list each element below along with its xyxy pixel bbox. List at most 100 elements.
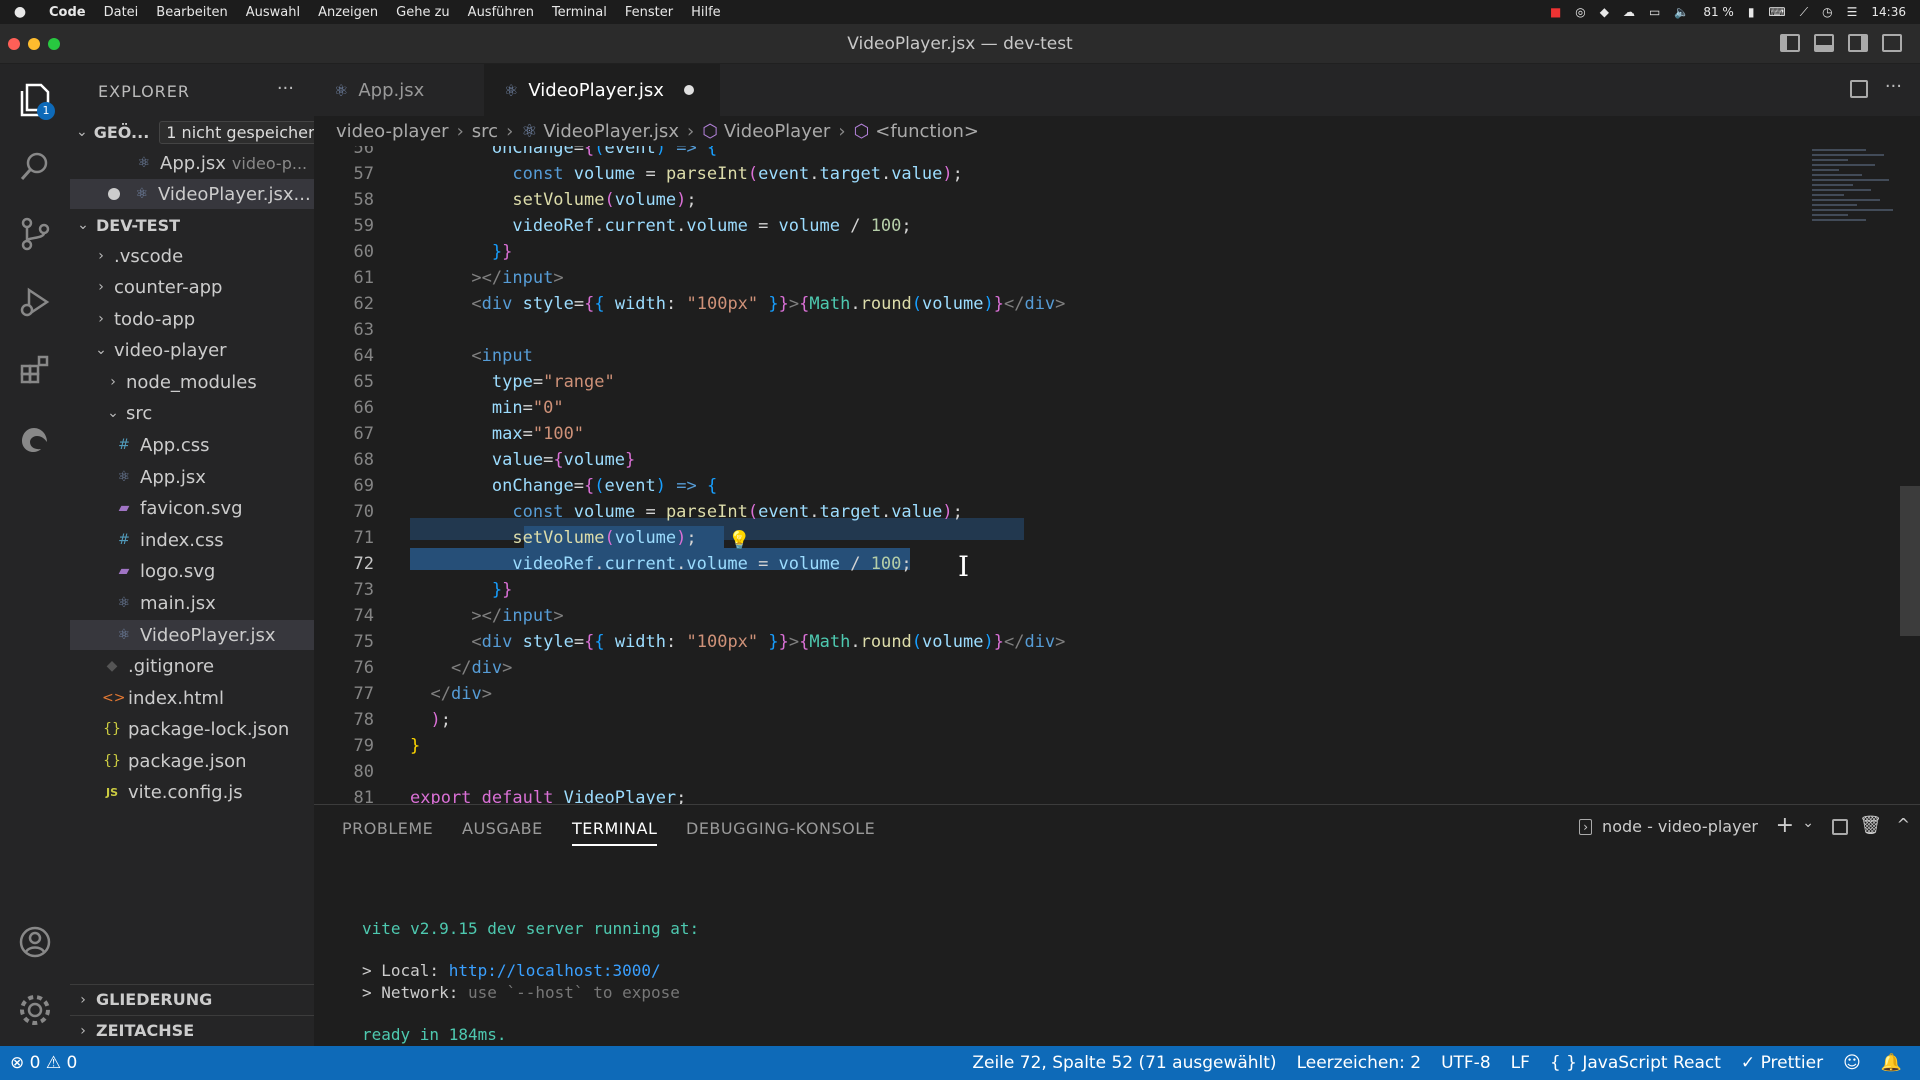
panel-tab-terminal[interactable]: TERMINAL [572,819,658,846]
tree-file-videoplayer-jsx[interactable]: ⚛ VideoPlayer.jsx [70,620,314,650]
explorer-icon[interactable]: 1 [15,80,55,120]
toggle-primary-sidebar-icon[interactable] [1780,34,1800,52]
open-editor-app-jsx[interactable]: ⚛ App.jsx video-p... [70,148,314,178]
volume-icon[interactable]: 🔈 [1674,5,1689,19]
menu-anzeigen[interactable]: Anzeigen [309,5,387,20]
customize-layout-icon[interactable] [1882,34,1902,52]
project-folder-header[interactable]: ⌄ DEV-TEST [70,210,314,240]
new-terminal-icon[interactable]: + [1776,813,1794,838]
tree-folder-counter-app[interactable]: › counter-app [70,272,314,302]
tree-folder-todo-app[interactable]: › todo-app [70,304,314,334]
problems-status[interactable]: ⊗ 0 ⚠ 0 [0,1053,87,1073]
feedback-icon[interactable]: ☺ [1833,1053,1871,1073]
split-terminal-icon[interactable] [1832,819,1848,835]
tree-file-gitignore[interactable]: ◆ .gitignore [70,651,314,681]
menu-code[interactable]: Code [40,5,95,20]
breadcrumb-video-player[interactable]: video-player [336,121,449,142]
record-icon[interactable]: ■ [1550,5,1561,19]
notifications-bell-icon[interactable]: 🔔 [1871,1053,1920,1073]
apple-icon[interactable]: ● [0,4,40,20]
settings-gear-icon[interactable] [15,990,55,1030]
menu-hilfe[interactable]: Hilfe [682,5,730,20]
wifi-off-icon[interactable]: ⟋ [1800,5,1808,20]
menu-terminal[interactable]: Terminal [543,5,616,20]
tab-videoplayer-jsx[interactable]: ⚛ VideoPlayer.jsx [484,64,720,116]
lightbulb-icon[interactable]: 💡 [728,530,750,551]
error-icon: ⊗ [10,1053,25,1073]
toggle-secondary-sidebar-icon[interactable] [1848,34,1868,52]
tree-file-app-css[interactable]: # App.css [70,430,314,460]
open-editor-videoplayer-jsx[interactable]: ⚛ VideoPlayer.jsx... [70,179,314,209]
tree-file-favicon-svg[interactable]: ▰ favicon.svg [70,493,314,523]
unsaved-dot-icon[interactable] [683,85,694,95]
account-icon[interactable] [15,922,55,962]
unsaved-dot-icon[interactable] [108,188,120,200]
tree-file-index-html[interactable]: <> index.html [70,683,314,713]
trash-icon[interactable]: 🗑 [1859,815,1882,836]
breadcrumb-function[interactable]: <function> [875,121,979,142]
code-line: type="range" [491,372,615,392]
check-icon: ✓ [1740,1053,1756,1073]
line-number: 78 [353,710,374,730]
minimap[interactable] [1812,146,1902,316]
terminal-selector[interactable]: › node - video-player [1579,817,1758,836]
panel-tab-output[interactable]: AUSGABE [462,819,543,838]
edge-devtools-icon[interactable] [15,420,55,460]
menu-gehe-zu[interactable]: Gehe zu [387,5,459,20]
outline-section-header[interactable]: › GLIEDERUNG [70,984,314,1014]
tree-folder-vscode[interactable]: › .vscode [70,241,314,271]
source-control-icon[interactable] [15,214,55,254]
tab-app-jsx[interactable]: ⚛ App.jsx [314,64,484,116]
prettier-status[interactable]: ✓ Prettier [1731,1053,1833,1073]
panel-tab-debug-console[interactable]: DEBUGGING-KONSOLE [686,819,875,838]
menu-fenster[interactable]: Fenster [616,5,682,20]
panel-tab-problems[interactable]: PROBLEME [342,819,433,838]
timeline-section-header[interactable]: › ZEITACHSE [70,1015,314,1045]
indentation-status[interactable]: Leerzeichen: 2 [1287,1053,1432,1073]
extensions-icon[interactable] [15,350,55,390]
menu-bearbeiten[interactable]: Bearbeiten [147,5,236,20]
code-line: ></input> [471,606,564,626]
chevron-down-icon[interactable]: ⌄ [1802,815,1814,831]
tree-folder-node-modules[interactable]: › node_modules [70,367,314,397]
clock-icon[interactable]: ◷ [1822,5,1832,19]
menu-ausfuehren[interactable]: Ausführen [459,5,543,20]
code-editor[interactable]: 56 57 58 59 60 61 62 63 64 65 66 67 68 6… [314,146,1920,804]
menu-auswahl[interactable]: Auswahl [237,5,309,20]
maximize-panel-icon[interactable]: ^ [1897,815,1910,834]
tree-file-logo-svg[interactable]: ▰ logo.svg [70,556,314,586]
keyboard-icon[interactable]: ⌨ [1768,5,1785,19]
cloud-icon[interactable]: ☁ [1623,5,1635,19]
editor-scrollbar-thumb[interactable] [1900,486,1920,636]
breadcrumb-src[interactable]: src [472,121,498,142]
breadcrumb-file[interactable]: VideoPlayer.jsx [543,121,679,142]
dropbox-icon[interactable]: ◆ [1600,5,1609,19]
explorer-more-actions-icon[interactable]: ··· [277,78,294,99]
tree-file-package-lock-json[interactable]: {} package-lock.json [70,714,314,744]
display-icon[interactable]: ▭ [1649,5,1660,19]
tree-file-main-jsx[interactable]: ⚛ main.jsx [70,588,314,618]
creative-cloud-icon[interactable]: ◎ [1575,5,1585,19]
toggle-panel-icon[interactable] [1814,34,1834,52]
tree-file-package-json[interactable]: {} package.json [70,746,314,776]
language-mode[interactable]: { } JavaScript React [1540,1053,1731,1073]
battery-icon[interactable]: ▮ [1748,5,1755,19]
line-number: 81 [353,788,374,804]
cursor-position[interactable]: Zeile 72, Spalte 52 (71 ausgewählt) [962,1053,1286,1073]
eol-status[interactable]: LF [1501,1053,1540,1073]
open-editors-header[interactable]: ⌄ GEÖ... 1 nicht gespeichert [70,117,314,147]
tree-folder-src[interactable]: ⌄ src [70,398,314,428]
tree-file-index-css[interactable]: # index.css [70,525,314,555]
run-debug-icon[interactable] [15,282,55,322]
search-icon[interactable] [15,146,55,186]
split-editor-icon[interactable] [1850,80,1868,98]
menu-datei[interactable]: Datei [95,5,148,20]
encoding-status[interactable]: UTF-8 [1431,1053,1501,1073]
breadcrumb-component[interactable]: VideoPlayer [724,121,830,142]
editor-more-actions-icon[interactable]: ··· [1885,76,1902,97]
chevron-right-icon: › [110,374,116,390]
control-center-icon[interactable]: ☰ [1847,5,1858,19]
tree-file-app-jsx[interactable]: ⚛ App.jsx [70,462,314,492]
tree-folder-video-player[interactable]: ⌄ video-player [70,335,314,365]
tree-file-vite-config-js[interactable]: JS vite.config.js [70,777,314,807]
